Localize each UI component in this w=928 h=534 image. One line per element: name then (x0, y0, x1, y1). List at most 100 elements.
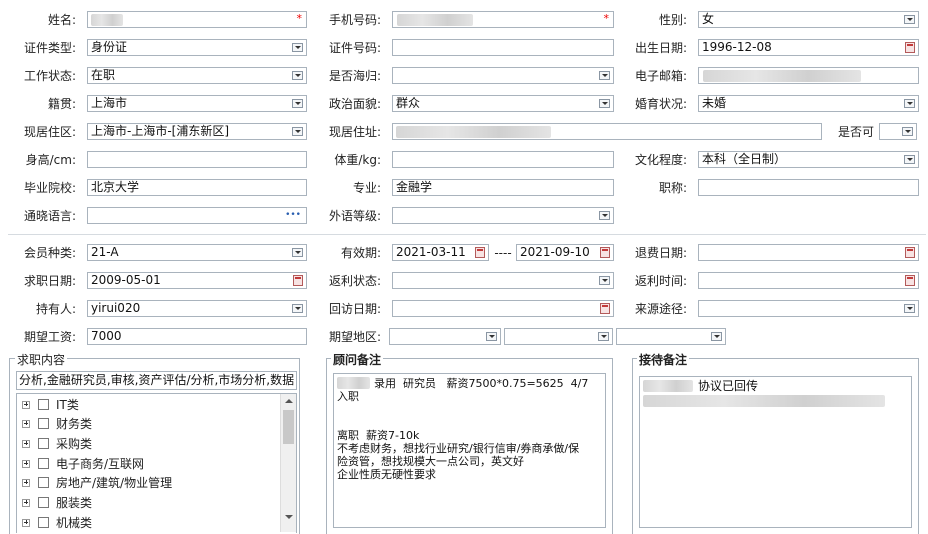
scroll-up-icon[interactable] (285, 399, 293, 403)
calendar-icon[interactable] (475, 247, 485, 258)
email-field[interactable] (698, 67, 919, 84)
region-city-select[interactable] (504, 328, 613, 345)
height-field[interactable] (87, 151, 307, 168)
checkbox[interactable] (38, 477, 49, 488)
chevron-down-icon[interactable] (486, 332, 497, 341)
rebate-time-label: 返利时间: (634, 274, 687, 288)
chevron-down-icon[interactable] (598, 332, 609, 341)
education-select[interactable]: 本科（全日制） (698, 151, 919, 168)
chevron-down-icon[interactable] (902, 127, 913, 136)
residence-area-select[interactable]: 上海市-上海市-[浦东新区] (87, 123, 307, 140)
source-select[interactable] (698, 300, 919, 317)
checkbox[interactable] (38, 517, 49, 528)
expand-icon[interactable] (22, 499, 30, 507)
weight-label: 体重/kg: (334, 153, 381, 167)
advisor-note-line: 不考虑财务，想找行业研究/银行信审/券商承做/保 (337, 442, 580, 455)
returnee-select[interactable] (392, 67, 614, 84)
visit-date-field[interactable] (392, 300, 614, 317)
school-field[interactable]: 北京大学 (87, 179, 307, 196)
available-select[interactable] (879, 123, 917, 140)
valid-period-label: 有效期: (340, 246, 381, 260)
redacted-company (337, 377, 370, 389)
checkbox[interactable] (38, 418, 49, 429)
refund-date-field[interactable] (698, 244, 919, 261)
expand-icon[interactable] (22, 519, 30, 527)
scroll-thumb[interactable] (283, 410, 294, 444)
job-category-tree[interactable]: IT类 财务类 采购类 电子商务/互联网 房地产/建筑/物业管理 服装类 机械类 (16, 393, 297, 533)
member-type-value: 21-A (91, 245, 119, 259)
residence-area-label: 现居住区: (23, 125, 76, 139)
valid-from-field[interactable]: 2021-03-11 (392, 244, 489, 261)
expand-icon[interactable] (22, 440, 30, 448)
gender-select[interactable]: 女 (698, 11, 919, 28)
political-status-select[interactable]: 群众 (392, 95, 614, 112)
major-value: 金融学 (396, 180, 433, 194)
address-field[interactable] (392, 123, 822, 140)
expand-icon[interactable] (22, 479, 30, 487)
chevron-down-icon[interactable] (904, 99, 915, 108)
rebate-status-select[interactable] (392, 272, 614, 289)
height-label: 身高/cm: (25, 153, 76, 167)
id-type-select[interactable]: 身份证 (87, 39, 307, 56)
advisor-notes-title: 顾问备注 (331, 351, 384, 368)
birth-date-field[interactable]: 1996-12-08 (698, 39, 919, 56)
job-date-label: 求职日期: (23, 274, 76, 288)
salary-field[interactable]: 7000 (87, 328, 307, 345)
phone-field[interactable]: * (392, 11, 614, 28)
valid-to-value: 2021-09-10 (520, 245, 590, 259)
scroll-down-icon[interactable] (285, 515, 293, 519)
id-number-field[interactable] (392, 39, 614, 56)
chevron-down-icon[interactable] (711, 332, 722, 341)
region-province-select[interactable] (389, 328, 501, 345)
chevron-down-icon[interactable] (904, 155, 915, 164)
name-field[interactable]: * (87, 11, 307, 28)
job-summary-field[interactable]: 分析,金融研究员,审核,资产评估/分析,市场分析,数据 (16, 371, 297, 390)
birth-date-value: 1996-12-08 (702, 40, 772, 54)
major-field[interactable]: 金融学 (392, 179, 614, 196)
major-label: 专业: (352, 181, 381, 195)
expand-icon[interactable] (22, 420, 30, 428)
checkbox[interactable] (38, 497, 49, 508)
calendar-icon[interactable] (905, 275, 915, 286)
more-icon[interactable]: ••• (285, 208, 301, 223)
work-status-select[interactable]: 在职 (87, 67, 307, 84)
languages-field[interactable]: ••• (87, 207, 307, 224)
holder-select[interactable]: yirui020 (87, 300, 307, 317)
calendar-icon[interactable] (905, 42, 915, 53)
weight-field[interactable] (392, 151, 614, 168)
chevron-down-icon[interactable] (904, 15, 915, 24)
redacted-address (396, 126, 551, 138)
section-divider (8, 234, 926, 235)
native-place-value: 上海市 (91, 96, 128, 110)
advisor-notes-textarea[interactable]: 录用 研究员 薪资7500*0.75=5625 4/7 入职 离职 薪资7-10… (333, 373, 606, 528)
native-place-select[interactable]: 上海市 (87, 95, 307, 112)
expand-icon[interactable] (22, 401, 30, 409)
checkbox[interactable] (38, 399, 49, 410)
gender-label: 性别: (658, 13, 687, 27)
rebate-time-field[interactable] (698, 272, 919, 289)
birth-date-label: 出生日期: (634, 41, 687, 55)
job-date-field[interactable]: 2009-05-01 (87, 272, 307, 289)
checkbox[interactable] (38, 438, 49, 449)
scrollbar[interactable] (280, 394, 296, 532)
expand-icon[interactable] (22, 460, 30, 468)
checkbox[interactable] (38, 458, 49, 469)
advisor-note-line: 企业性质无硬性要求 (337, 468, 436, 481)
language-level-select[interactable] (392, 207, 614, 224)
tree-item-label: 房地产/建筑/物业管理 (56, 476, 173, 490)
salary-value: 7000 (91, 329, 122, 343)
marital-status-select[interactable]: 未婚 (698, 95, 919, 112)
job-title-field[interactable] (698, 179, 919, 196)
calendar-icon[interactable] (905, 247, 915, 258)
id-number-label: 证件号码: (328, 41, 381, 55)
region-label: 期望地区: (328, 330, 381, 344)
job-summary-value: 分析,金融研究员,审核,资产评估/分析,市场分析,数据 (19, 373, 295, 387)
holder-label: 持有人: (35, 302, 76, 316)
member-type-select[interactable]: 21-A (87, 244, 307, 261)
region-district-select[interactable] (616, 328, 726, 345)
chevron-down-icon[interactable] (904, 304, 915, 313)
chevron-down-icon[interactable] (599, 211, 610, 220)
residence-area-value: 上海市-上海市-[浦东新区] (91, 124, 230, 138)
tree-item-label: 采购类 (56, 437, 93, 451)
reception-notes-textarea[interactable]: 协议已回传 (639, 376, 912, 528)
